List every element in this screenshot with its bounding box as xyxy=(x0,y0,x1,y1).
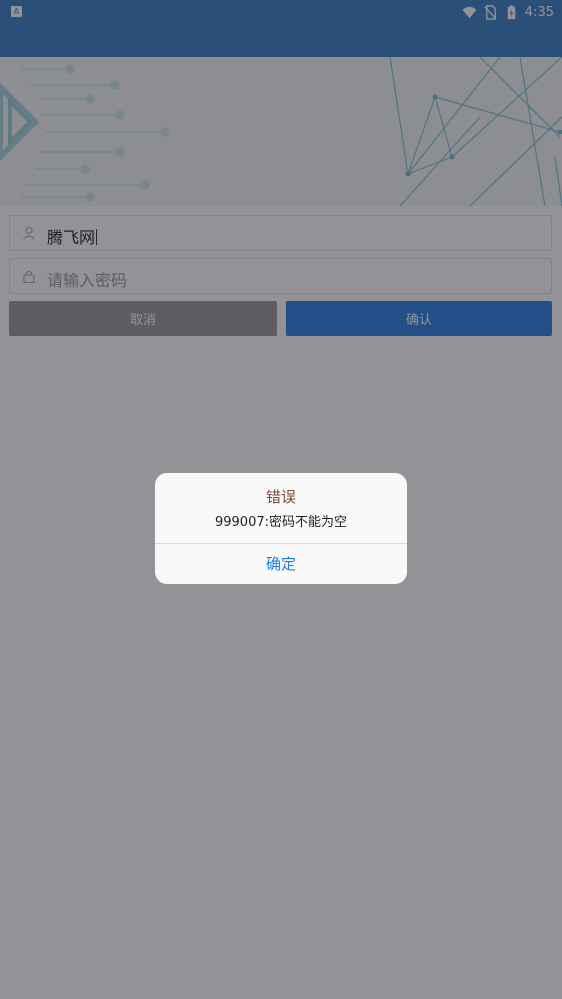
error-dialog: 错误 999007:密码不能为空 确定 xyxy=(155,473,407,584)
dialog-title: 错误 xyxy=(265,488,296,506)
dialog-ok-button[interactable]: 确定 xyxy=(155,544,407,584)
dialog-message: 999007:密码不能为空 xyxy=(214,515,347,530)
